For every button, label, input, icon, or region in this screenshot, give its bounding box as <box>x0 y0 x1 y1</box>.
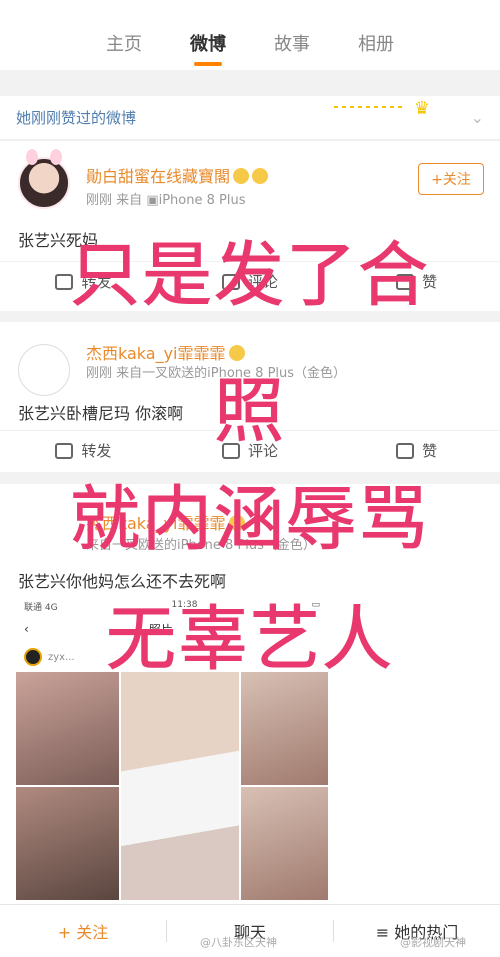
clock-text: 11:38 <box>171 600 198 610</box>
username[interactable]: 杰西kaka_yi霏霏霏 <box>86 340 245 364</box>
embedded-title: 照片 <box>148 622 173 637</box>
post-source: 来自一叉欧送的iPhone 8 Plus（金色） <box>116 366 347 381</box>
post-card: 杰西kaka_yi霏霏霏 来自一叉欧送的iPhone 8 Plus（金色） 张艺… <box>0 484 500 904</box>
avatar <box>24 648 42 666</box>
repost-button[interactable]: 转发 <box>0 440 167 461</box>
avatar[interactable] <box>18 344 70 396</box>
post-meta: 刚刚 来自一叉欧送的iPhone 8 Plus（金色） <box>86 362 346 381</box>
profile-tabs: 主页 微博 故事 相册 <box>0 0 500 70</box>
username[interactable]: 杰西kaka_yi霏霏霏 <box>86 510 245 534</box>
post-text: 张艺兴你他妈怎么还不去死啊 <box>18 572 227 591</box>
comment-label: 评论 <box>248 442 279 460</box>
post-source: 来自 <box>116 193 143 208</box>
comment-icon <box>222 442 240 459</box>
bunny-ear-icon <box>50 149 62 165</box>
embedded-status-bar: 联通 4G 11:38 ▭ <box>16 600 328 616</box>
username[interactable]: 勛白甜蜜在线藏寶閣 <box>86 163 269 187</box>
tab-albums[interactable]: 相册 <box>358 30 394 56</box>
comment-label: 评论 <box>248 273 279 291</box>
photo-tile <box>16 787 119 900</box>
post-meta: 来自一叉欧送的iPhone 8 Plus（金色） <box>86 534 316 553</box>
username-text: 杰西kaka_yi霏霏霏 <box>86 344 226 363</box>
embedded-screenshot[interactable]: 联通 4G 11:38 ▭ ‹ 照片 zyx... <box>16 600 328 900</box>
thumb-up-icon <box>396 442 415 459</box>
comment-icon <box>222 273 240 290</box>
like-button[interactable]: 赞 <box>333 440 500 461</box>
tab-weibo[interactable]: 微博 <box>190 30 226 66</box>
group-photo[interactable] <box>16 672 328 900</box>
photo-tile <box>240 787 328 900</box>
embedded-user-row: zyx... <box>16 642 328 672</box>
comment-button[interactable]: 评论 <box>167 271 334 292</box>
post-source: 来自一叉欧送的iPhone 8 Plus（金色） <box>86 538 316 553</box>
repost-label: 转发 <box>81 442 112 460</box>
post-actions: 转发 评论 赞 <box>0 261 500 301</box>
post-text: 张艺兴死妈 <box>18 231 99 250</box>
like-label: 赞 <box>422 442 438 460</box>
follow-button[interactable]: +关注 <box>418 163 484 195</box>
post-time: 刚刚 <box>86 366 113 381</box>
repost-icon <box>55 273 74 290</box>
like-button[interactable]: 赞 <box>333 271 500 292</box>
emoji-icon <box>252 168 269 184</box>
liked-posts-title: 她刚刚赞过的微博 <box>16 109 137 127</box>
photo-tile <box>120 672 239 900</box>
username-text: 杰西kaka_yi霏霏霏 <box>86 514 226 533</box>
battery-icon: ▭ <box>311 600 320 610</box>
device-badge-icon: ▣ <box>146 193 159 208</box>
post-meta: 刚刚 来自 ▣iPhone 8 Plus <box>86 189 246 208</box>
photo-tile <box>240 672 328 785</box>
tab-stories[interactable]: 故事 <box>274 30 310 56</box>
thumb-up-icon <box>396 273 415 290</box>
post-time: 刚刚 <box>86 193 113 208</box>
tab-home[interactable]: 主页 <box>106 30 142 56</box>
emoji-icon <box>228 515 245 531</box>
decor-dots <box>334 106 404 108</box>
post-text: 张艺兴卧槽尼玛 你滚啊 <box>18 404 184 423</box>
follow-button[interactable]: + 关注 <box>0 919 166 943</box>
carrier-text: 联通 4G <box>24 603 58 613</box>
post-card: 杰西kaka_yi霏霏霏 刚刚 来自一叉欧送的iPhone 8 Plus（金色）… <box>0 322 500 472</box>
comment-button[interactable]: 评论 <box>167 440 334 461</box>
emoji-icon <box>228 345 245 361</box>
crown-icon: ♛ <box>413 98 430 119</box>
embedded-username: zyx... <box>48 651 75 663</box>
like-label: 赞 <box>422 273 438 291</box>
photo-tile <box>16 672 119 785</box>
post-device: iPhone 8 Plus <box>158 193 246 208</box>
liked-posts-header[interactable]: 她刚刚赞过的微博 ♛ ⌄ <box>0 96 500 140</box>
repost-button[interactable]: 转发 <box>0 271 167 292</box>
username-text: 勛白甜蜜在线藏寶閣 <box>86 167 231 186</box>
post-card: 勛白甜蜜在线藏寶閣 刚刚 来自 ▣iPhone 8 Plus +关注 张艺兴死妈… <box>0 141 500 311</box>
avatar[interactable] <box>18 149 70 209</box>
emoji-icon <box>233 168 250 184</box>
repost-label: 转发 <box>81 273 112 291</box>
bunny-ear-icon <box>26 149 38 165</box>
chevron-down-icon[interactable]: ⌄ <box>471 108 484 127</box>
watermark: @影视剧天神 <box>400 936 466 949</box>
post-actions: 转发 评论 赞 <box>0 430 500 470</box>
back-arrow-icon: ‹ <box>24 622 29 636</box>
repost-icon <box>55 442 74 459</box>
watermark: @八卦东区天神 <box>200 936 277 949</box>
embedded-nav: ‹ 照片 <box>16 616 328 642</box>
